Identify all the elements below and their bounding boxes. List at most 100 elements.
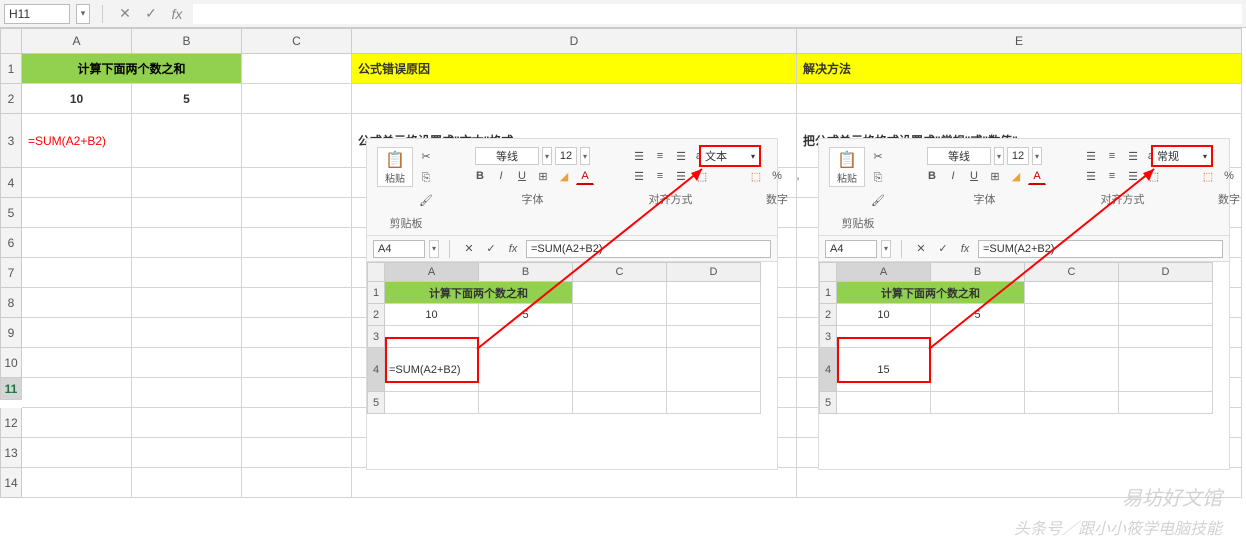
confirm-icon[interactable]: ✓ — [141, 4, 161, 24]
cell-c4[interactable] — [242, 168, 352, 198]
embedded-cell-d2[interactable] — [1119, 304, 1213, 326]
cell-c12[interactable] — [242, 408, 352, 438]
brush-icon[interactable]: 🖌 — [417, 191, 435, 209]
cell-a12[interactable] — [22, 408, 132, 438]
dropdown-icon[interactable]: ▾ — [429, 240, 439, 258]
align-mid-icon[interactable]: ≡ — [1103, 147, 1121, 165]
align-left-icon[interactable]: ☰ — [1082, 167, 1100, 185]
bold-icon[interactable]: B — [923, 167, 941, 185]
cancel-icon[interactable]: ✕ — [912, 240, 930, 258]
align-top-icon[interactable]: ☰ — [1082, 147, 1100, 165]
row-header-6[interactable]: 6 — [0, 228, 22, 258]
cut-icon[interactable]: ✂ — [417, 147, 435, 165]
embedded-col-b[interactable]: B — [479, 262, 573, 282]
formula-input[interactable] — [193, 4, 1242, 24]
embedded-cell-d4[interactable] — [667, 348, 761, 392]
cell-a10[interactable] — [22, 348, 132, 378]
cut-icon[interactable]: ✂ — [869, 147, 887, 165]
number-format-select[interactable]: 文本 ▾ — [699, 145, 761, 167]
number-format-select[interactable]: 常规 ▾ — [1151, 145, 1213, 167]
cell-a2[interactable]: 10 — [22, 84, 132, 114]
merge-icon[interactable]: ⬚ — [1145, 167, 1163, 185]
number-format-icon[interactable]: ⬚ — [1199, 167, 1217, 185]
cell-c13[interactable] — [242, 438, 352, 468]
embedded-cell-a5[interactable] — [385, 392, 479, 414]
align-right-icon[interactable]: ☰ — [672, 167, 690, 185]
embedded-cell-c3[interactable] — [1025, 326, 1119, 348]
name-box-dropdown[interactable]: ▾ — [76, 4, 90, 24]
embedded-col-d[interactable]: D — [667, 262, 761, 282]
name-box[interactable]: H11 — [4, 4, 70, 24]
cell-a13[interactable] — [22, 438, 132, 468]
embedded-col-a[interactable]: A — [385, 262, 479, 282]
row-header-8[interactable]: 8 — [0, 288, 22, 318]
embedded-row-4[interactable]: 4 — [367, 348, 385, 392]
cell-d2[interactable] — [352, 84, 797, 114]
embedded-cell-c5[interactable] — [573, 392, 667, 414]
row-header-3[interactable]: 3 — [0, 114, 22, 168]
embedded-cell-d4[interactable] — [1119, 348, 1213, 392]
cell-c14[interactable] — [242, 468, 352, 498]
dropdown-icon[interactable]: ▾ — [881, 240, 891, 258]
embedded-cell-a4[interactable]: =SUM(A2+B2) — [385, 348, 479, 392]
cell-b3[interactable] — [132, 114, 242, 168]
embedded-row-2[interactable]: 2 — [367, 304, 385, 326]
embedded-col-a[interactable]: A — [837, 262, 931, 282]
underline-icon[interactable]: U — [965, 167, 983, 185]
cell-b13[interactable] — [132, 438, 242, 468]
cell-c2[interactable] — [242, 84, 352, 114]
embedded-col-c[interactable]: C — [573, 262, 667, 282]
embedded-cell-c4[interactable] — [1025, 348, 1119, 392]
row-header-14[interactable]: 14 — [0, 468, 22, 498]
fill-color-icon[interactable]: ◢ — [555, 167, 573, 185]
row-header-9[interactable]: 9 — [0, 318, 22, 348]
cell-b2[interactable]: 5 — [132, 84, 242, 114]
font-name-select[interactable]: 等线 — [927, 147, 991, 165]
row-header-2[interactable]: 2 — [0, 84, 22, 114]
dropdown-icon[interactable]: ▾ — [542, 147, 552, 165]
embedded-formula-input[interactable]: =SUM(A2+B2) — [978, 240, 1223, 258]
bold-icon[interactable]: B — [471, 167, 489, 185]
dropdown-icon[interactable]: ▾ — [994, 147, 1004, 165]
font-name-select[interactable]: 等线 — [475, 147, 539, 165]
cell-b14[interactable] — [132, 468, 242, 498]
italic-icon[interactable]: I — [492, 167, 510, 185]
fill-color-icon[interactable]: ◢ — [1007, 167, 1025, 185]
align-right-icon[interactable]: ☰ — [1124, 167, 1142, 185]
cell-d1[interactable]: 公式错误原因 — [352, 54, 797, 84]
cell-b8[interactable] — [132, 288, 242, 318]
cancel-icon[interactable]: ✕ — [460, 240, 478, 258]
cell-a9[interactable] — [22, 318, 132, 348]
cell-c8[interactable] — [242, 288, 352, 318]
cell-c11[interactable] — [242, 378, 352, 408]
fx-icon[interactable]: fx — [956, 240, 974, 258]
embedded-cell-d5[interactable] — [667, 392, 761, 414]
embedded-row-5[interactable]: 5 — [819, 392, 837, 414]
cell-b10[interactable] — [132, 348, 242, 378]
paste-button[interactable]: 📋 粘贴 — [377, 147, 413, 187]
embedded-cell-a1b1[interactable]: 计算下面两个数之和 — [385, 282, 573, 304]
dropdown-icon[interactable]: ▾ — [580, 147, 590, 165]
align-mid-icon[interactable]: ≡ — [651, 147, 669, 165]
embedded-col-c[interactable]: C — [1025, 262, 1119, 282]
embedded-cell-b3[interactable] — [479, 326, 573, 348]
cell-b7[interactable] — [132, 258, 242, 288]
embedded-cell-b5[interactable] — [479, 392, 573, 414]
font-color-icon[interactable]: A — [1028, 167, 1046, 185]
brush-icon[interactable]: 🖌 — [869, 191, 887, 209]
embedded-cell-c2[interactable] — [573, 304, 667, 326]
embedded-cell-d1[interactable] — [1119, 282, 1213, 304]
cancel-icon[interactable]: ✕ — [115, 4, 135, 24]
align-bot-icon[interactable]: ☰ — [1124, 147, 1142, 165]
cell-e1[interactable]: 解决方法 — [797, 54, 1242, 84]
number-format-icon[interactable]: ⬚ — [747, 167, 765, 185]
cell-a14[interactable] — [22, 468, 132, 498]
cell-c10[interactable] — [242, 348, 352, 378]
embedded-cell-b4[interactable] — [931, 348, 1025, 392]
embedded-cell-d2[interactable] — [667, 304, 761, 326]
percent-icon[interactable]: % — [768, 167, 786, 185]
embedded-col-d[interactable]: D — [1119, 262, 1213, 282]
col-header-c[interactable]: C — [242, 28, 352, 54]
embedded-row-3[interactable]: 3 — [367, 326, 385, 348]
row-header-5[interactable]: 5 — [0, 198, 22, 228]
